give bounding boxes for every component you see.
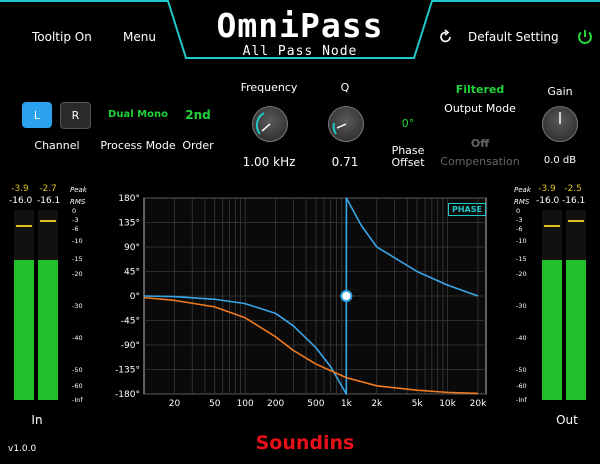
out-scale-tick: -3 [516,216,523,224]
in-scale-tick: -3 [72,216,79,224]
frequency-label: Frequency [240,81,298,94]
y-tick-label: -90° [121,341,140,351]
y-tick-label: -180° [115,390,140,400]
gain-value: 0.0 dB [543,155,577,166]
out-scale-tick: -6 [516,225,523,233]
frequency-handle[interactable] [340,290,353,302]
out-scale-tick: -Inf [516,396,527,404]
out-meter-right [566,210,586,400]
channel-left-button[interactable]: L [22,102,52,128]
compensation-value[interactable]: Off [465,137,495,150]
q-label: Q [340,81,350,94]
gain-knob[interactable] [542,106,578,142]
out-rms-right: -16.1 [562,196,586,206]
frequency-knob[interactable] [252,106,288,142]
y-tick-label: 45° [124,268,140,278]
x-tick-label: 200 [267,399,284,409]
app-title: OmniPass [216,6,384,45]
out-peak-left: -3.9 [538,184,556,194]
output-mode-label: Output Mode [444,102,516,115]
in-peak-left: -3.9 [11,184,29,194]
out-scale-tick: -15 [516,255,527,263]
out-scale-tick: -40 [516,334,527,342]
in-scale-tick: -20 [72,270,83,278]
x-tick-label: 20 [169,399,181,409]
tooltip-toggle-button[interactable]: Tooltip On [32,30,92,44]
out-meter-left [542,210,562,400]
out-scale-tick: 0 [516,207,521,215]
gain-label: Gain [547,85,573,98]
in-meter-right [38,210,58,400]
x-tick-label: 500 [307,399,324,409]
order-value[interactable]: 2nd [180,108,216,122]
power-icon[interactable] [576,28,594,46]
x-tick-label: 50 [209,399,221,409]
menu-button[interactable]: Menu [123,30,156,44]
in-scale-tick: 0 [72,207,77,215]
in-scale-tick: -6 [72,225,79,233]
x-tick-label: 2k [371,399,383,409]
phase-badge[interactable]: PHASE [448,203,486,216]
in-meter-left [14,210,34,400]
in-rms-right: -16.1 [37,196,61,206]
reset-icon[interactable] [438,29,454,45]
title-block: OmniPass All Pass Node [182,4,418,60]
out-scale-tick: -20 [516,270,527,278]
x-tick-label: 5k [412,399,424,409]
process-mode-value[interactable]: Dual Mono [108,109,168,120]
phase-graph[interactable]: 180° 135° 90° 45° 0° -45° -90° -135° -180° 20 50 10… [108,188,494,412]
in-scale-tick: -60 [72,382,83,390]
y-tick-label: 0° [130,292,140,302]
y-tick-label: 90° [124,243,140,253]
out-meter-scale: 0 -3 -6 -10 -15 -20 -30 -40 -50 -60 -Inf [514,207,538,404]
in-rms-label: RMS [70,198,86,206]
in-scale-tick: -50 [72,366,83,374]
phase-offset-label-2: Offset [391,156,425,169]
q-knob[interactable] [328,106,364,142]
y-tick-label: -135° [115,366,140,376]
in-scale-tick: -15 [72,255,83,263]
in-scale-tick: -10 [72,237,83,245]
x-tick-label: 1k [341,399,353,409]
app-subtitle: All Pass Node [242,44,358,59]
out-scale-tick: -10 [516,237,527,245]
in-meter-label: In [31,413,43,427]
out-rms-label: RMS [514,198,530,206]
y-tick-label: 180° [118,194,140,204]
out-meter-label: Out [556,413,578,427]
compensation-label: Compensation [440,155,520,168]
in-scale-tick: -30 [72,302,83,310]
output-mode-value[interactable]: Filtered [450,83,510,96]
version-label: v1.0.0 [8,444,37,454]
phase-offset-value[interactable]: 0° [396,117,420,130]
x-tick-label: 20k [470,399,487,409]
x-tick-label: 100 [237,399,254,409]
out-scale-tick: -50 [516,366,527,374]
y-tick-label: -45° [121,317,140,327]
out-scale-tick: -60 [516,382,527,390]
q-value: 0.71 [331,155,359,169]
in-peak-label: Peak [70,186,87,194]
in-meter-scale: 0 -3 -6 -10 -15 -20 -30 -40 -50 -60 -Inf [62,207,86,404]
x-tick-label: 10k [439,399,456,409]
preset-name[interactable]: Default Setting [468,30,559,44]
in-rms-left: -16.0 [9,196,33,206]
channel-right-button[interactable]: R [60,102,91,129]
order-label: Order [182,139,214,152]
in-scale-tick: -Inf [72,396,83,404]
channel-label: Channel [34,139,80,152]
out-peak-label: Peak [514,186,531,194]
out-rms-left: -16.0 [536,196,560,206]
in-peak-right: -2.7 [39,184,57,194]
y-tick-label: 135° [118,219,140,229]
brand-logo: Soundins [255,432,355,454]
frequency-value: 1.00 kHz [242,155,296,169]
process-mode-label: Process Mode [100,139,176,152]
out-peak-right: -2.5 [564,184,582,194]
out-scale-tick: -30 [516,302,527,310]
in-scale-tick: -40 [72,334,83,342]
